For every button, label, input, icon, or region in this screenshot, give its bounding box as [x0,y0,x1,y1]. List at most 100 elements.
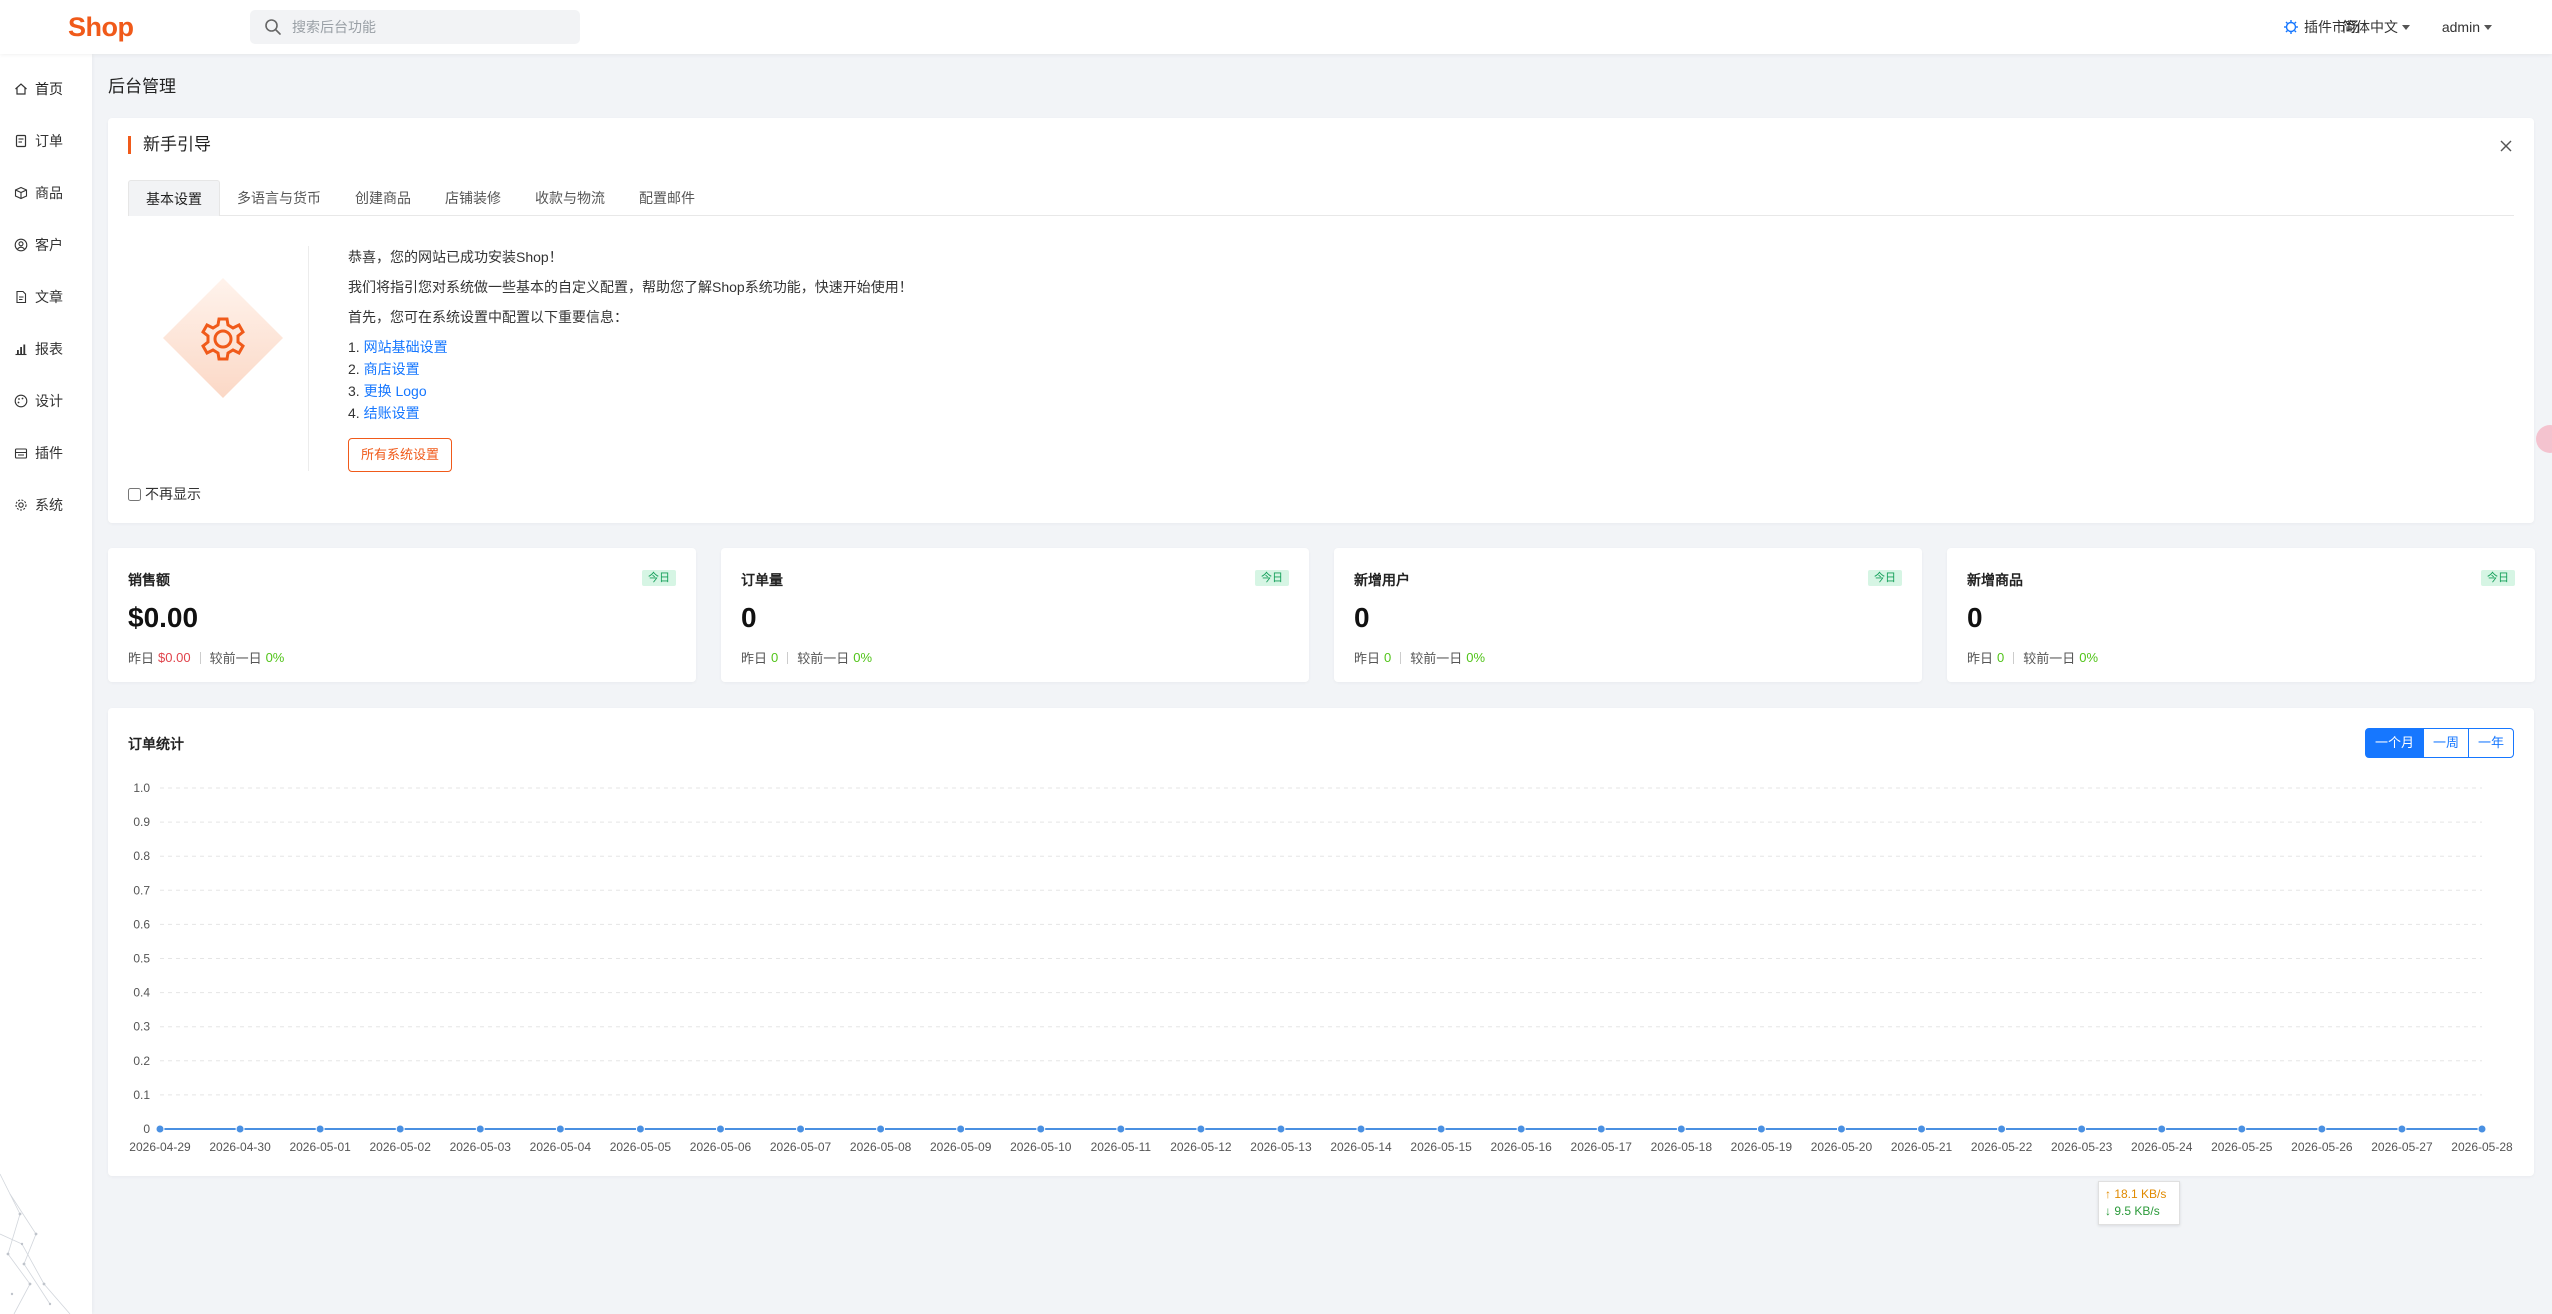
link-store-settings[interactable]: 商店设置 [364,361,420,377]
today-badge: 今日 [1255,570,1289,586]
sidebar-item-reports[interactable]: 报表 [10,330,82,368]
network-speed-widget: ↑ 18.1 KB/s ↓ 9.5 KB/s [2098,1181,2180,1225]
order-statistics-card: 订单统计 一个月 一周 一年 0 0.1 0.2 0.3 0.4 0.5 0.6 0.7 0.8… [108,708,2534,1176]
y-tick-label: 0.4 [133,986,150,1000]
stat-card-new-users: 新增用户 今日 0 昨日 0 较前一日 0% [1334,548,1922,682]
bar-chart-icon [15,344,27,356]
floating-assistant-button[interactable] [2536,425,2552,453]
tab-store-design[interactable]: 店铺装修 [428,180,518,216]
link-change-logo[interactable]: 更换 Logo [364,383,427,399]
stat-footer: 昨日 0 较前一日 0% [741,648,872,667]
data-point [956,1124,966,1134]
stat-footer: 昨日 $0.00 较前一日 0% [128,648,284,667]
dont-show-again-label: 不再显示 [145,486,201,502]
sidebar-item-customers[interactable]: 客户 [10,226,82,264]
dont-show-again-checkbox[interactable] [128,487,141,501]
x-tick-label: 2026-05-21 [1891,1140,1953,1154]
x-tick-label: 2026-05-23 [2051,1140,2113,1154]
x-tick-label: 2026-05-11 [1091,1140,1152,1154]
sidebar-item-design[interactable]: 设计 [10,382,82,420]
sidebar-item-label: 首页 [35,81,63,97]
chevron-down-icon [2484,24,2492,30]
guide-link-list: 1. 网站基础设置 2. 商店设置 3. 更换 Logo 4. 结账设置 [348,336,913,424]
x-tick-label: 2026-05-08 [850,1140,912,1154]
x-tick-label: 2026-05-02 [370,1140,432,1154]
link-site-basic-settings[interactable]: 网站基础设置 [364,339,448,355]
today-badge: 今日 [642,570,676,586]
data-point [876,1124,886,1134]
guide-line-congrats: 恭喜，您的网站已成功安装Shop！ [348,249,563,265]
divider [787,651,789,664]
stat-title: 新增商品 [1967,572,2023,588]
data-point [796,1124,806,1134]
list-number: 3. [348,383,360,399]
list-number: 4. [348,405,360,421]
yesterday-label: 昨日 [128,651,155,666]
user-label: admin [2441,19,2480,35]
home-icon [15,83,27,95]
x-tick-label: 2026-05-05 [610,1140,672,1154]
tab-payment-shipping[interactable]: 收款与物流 [518,180,622,216]
settings-illustration [163,278,283,398]
sidebar-item-products[interactable]: 商品 [10,174,82,212]
gear-icon [15,499,27,511]
plugin-icon [14,448,28,459]
data-point [1596,1124,1606,1134]
compare-value: 0% [265,650,285,665]
x-tick-label: 2026-05-18 [1651,1140,1713,1154]
all-settings-button[interactable]: 所有系统设置 [348,438,453,472]
data-point [2237,1124,2247,1134]
sidebar-item-orders[interactable]: 订单 [10,122,82,160]
sidebar-item-articles[interactable]: 文章 [10,278,82,316]
yesterday-value: $0.00 [158,650,191,665]
x-tick-label: 2026-05-24 [2131,1140,2193,1154]
divider [2013,651,2015,664]
order-icon [15,134,27,148]
close-icon[interactable] [2498,138,2514,154]
x-tick-label: 2026-04-30 [209,1140,271,1154]
x-tick-label: 2026-05-04 [530,1140,592,1154]
sidebar-decoration [0,1173,71,1314]
sidebar-item-plugins[interactable]: 插件 [10,434,82,472]
data-point [1836,1124,1846,1134]
x-tick-label: 2026-05-07 [770,1140,832,1154]
data-point [1036,1124,1046,1134]
x-tick-label: 2026-05-13 [1250,1140,1312,1154]
user-dropdown[interactable]: admin [2442,0,2492,54]
divider [1400,651,1402,664]
data-point [395,1124,405,1134]
language-dropdown[interactable]: 简体中文 [2342,0,2410,54]
shop-logo[interactable]: Shop [68,12,134,43]
search-input[interactable] [292,10,572,44]
guide-line-first: 首先，您可在系统设置中配置以下重要信息： [348,309,628,325]
stat-footer: 昨日 0 较前一日 0% [1967,648,2098,667]
data-point [475,1124,485,1134]
x-tick-label: 2026-04-29 [129,1140,191,1154]
upload-speed: ↑ 18.1 KB/s [2105,1187,2167,1201]
x-tick-label: 2026-05-22 [1971,1140,2033,1154]
data-point [1276,1124,1286,1134]
plugin-market-icon [2284,20,2298,34]
sidebar-item-label: 文章 [35,289,63,305]
tab-languages-currency[interactable]: 多语言与货币 [220,180,338,216]
tab-create-product[interactable]: 创建商品 [338,180,428,216]
sidebar-item-home[interactable]: 首页 [10,70,82,108]
y-tick-label: 0.1 [133,1088,150,1102]
tab-basic-settings[interactable]: 基本设置 [128,180,220,216]
compare-value: 0% [853,650,873,665]
list-item: 4. 结账设置 [348,402,913,424]
search-box[interactable] [250,10,580,44]
stat-card-sales: 销售额 今日 $0.00 昨日 $0.00 较前一日 0% [108,548,696,682]
link-checkout-settings[interactable]: 结账设置 [364,405,420,421]
yesterday-value: 0 [1997,650,2005,665]
dont-show-again[interactable]: 不再显示 [128,484,201,504]
getting-started-guide: 新手引导 基本设置 多语言与货币 创建商品 店铺装修 收款与物流 配置邮件 恭喜… [108,118,2534,523]
x-tick-label: 2026-05-03 [450,1140,512,1154]
x-tick-label: 2026-05-15 [1410,1140,1472,1154]
data-point [555,1124,565,1134]
data-point [235,1124,245,1134]
stat-value: 0 [1967,602,1983,633]
tab-mail-config[interactable]: 配置邮件 [622,180,712,216]
compare-value: 0% [1466,650,1486,665]
sidebar-item-system[interactable]: 系统 [10,486,82,524]
